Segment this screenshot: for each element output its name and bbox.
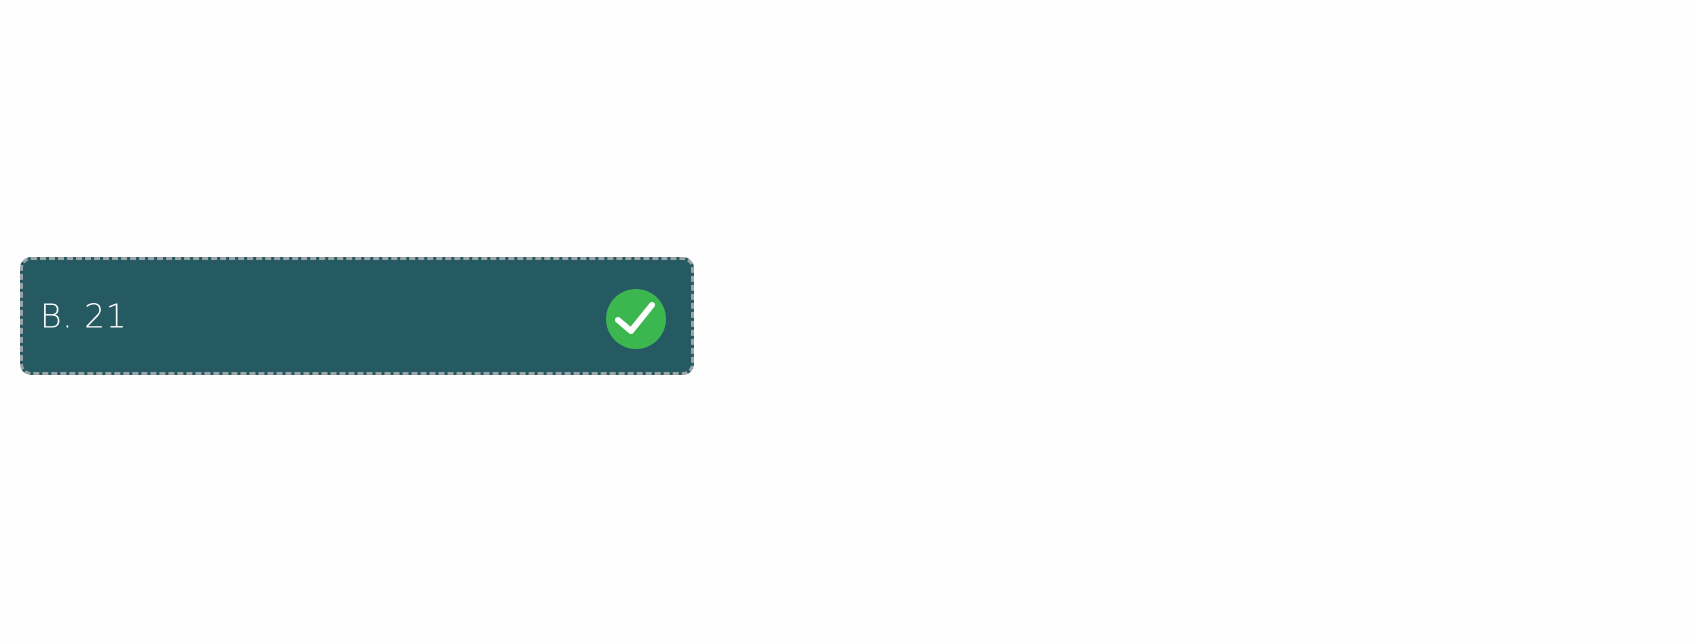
check-circle-background: [606, 289, 666, 349]
answer-option-b[interactable]: B. 21: [20, 257, 694, 375]
page: B. 21: [0, 0, 1694, 642]
answer-option-label: B. 21: [40, 296, 128, 336]
check-circle-icon: [606, 289, 666, 349]
